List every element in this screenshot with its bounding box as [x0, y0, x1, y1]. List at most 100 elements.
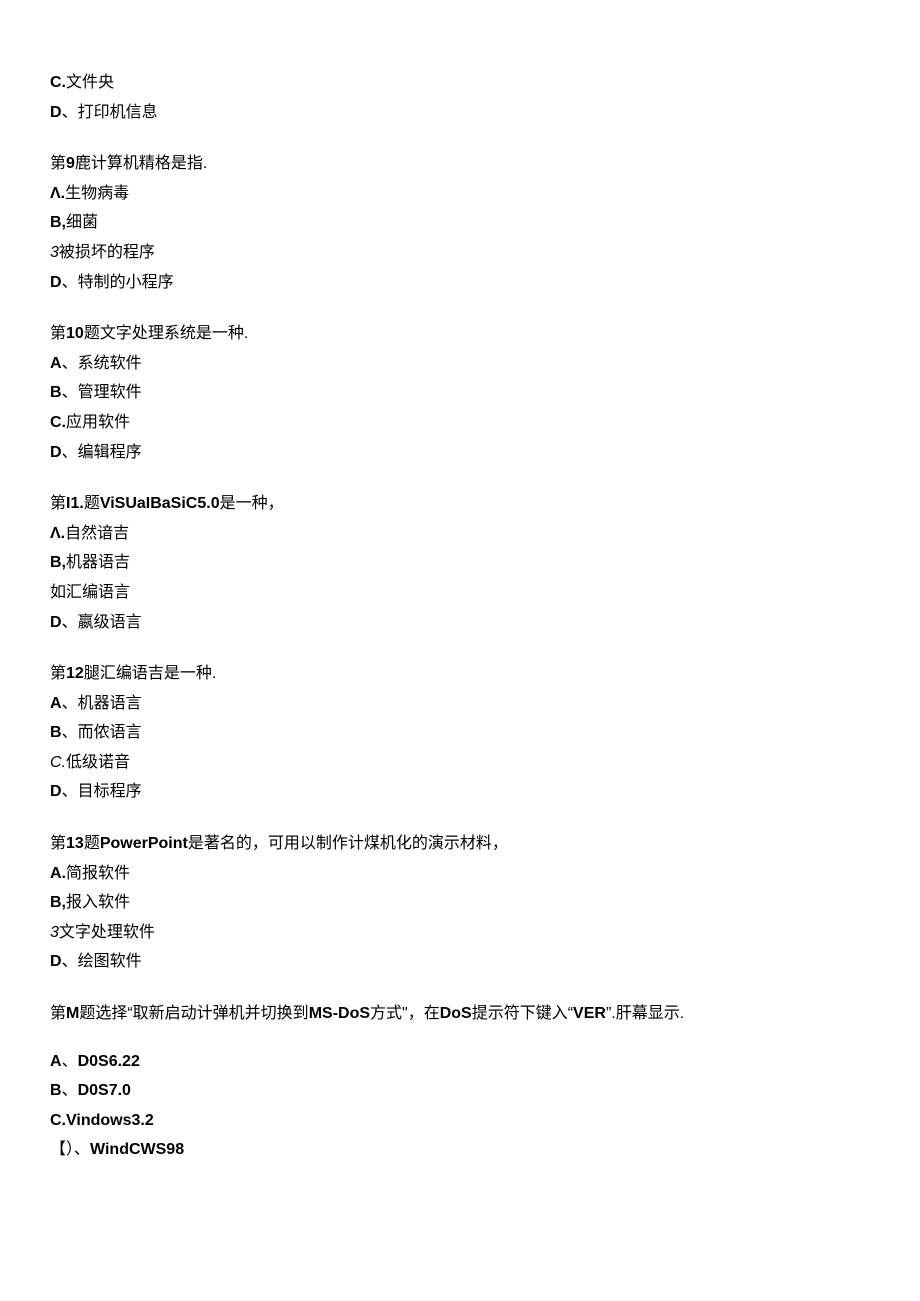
text-segment: A [50, 695, 62, 712]
text-segment: C.Vindows3.2 [50, 1112, 154, 1129]
text-line: Λ.自然谙吉 [50, 519, 870, 549]
text-segment: 文字处理软件 [59, 924, 155, 941]
text-line: B,报入软件 [50, 888, 870, 918]
text-segment: B, [50, 214, 66, 231]
text-line: A.简报软件 [50, 859, 870, 889]
text-segment: 报入软件 [66, 894, 130, 911]
text-line: D、编辑程序 [50, 438, 870, 468]
text-segment: 9 [66, 155, 75, 172]
text-segment: VER [573, 1005, 606, 1022]
text-segment: D [50, 104, 62, 121]
text-segment: 第 [50, 325, 66, 342]
text-line: D、绘图软件 [50, 947, 870, 977]
text-segment: B [50, 724, 62, 741]
text-line: 第9鹿计算机精格是指. [50, 149, 870, 179]
text-segment: 3 [50, 924, 59, 941]
text-segment: 、目标程序 [62, 783, 142, 800]
text-segment: C. [50, 754, 66, 771]
text-line: C.Vindows3.2 [50, 1106, 870, 1136]
text-segment: 题 [84, 835, 100, 852]
text-segment: A. [50, 865, 66, 882]
text-segment: 【）、 [50, 1141, 90, 1158]
text-segment: 第 [50, 155, 66, 172]
text-segment: 细菌 [66, 214, 98, 231]
text-segment: Λ. [50, 185, 65, 202]
text-segment: 、机器语言 [62, 695, 142, 712]
text-line: C.文件央 [50, 68, 870, 98]
text-segment: D [50, 274, 62, 291]
text-segment: M [66, 1005, 79, 1022]
text-line: 3文字处理软件 [50, 918, 870, 948]
text-segment: 、 [62, 1082, 78, 1099]
text-segment: 、管理软件 [62, 384, 142, 401]
text-line: B,细菌 [50, 208, 870, 238]
text-segment: DoS [440, 1005, 472, 1022]
text-segment: 、绘图软件 [62, 953, 142, 970]
text-segment: 题 [84, 495, 100, 512]
text-segment: B [50, 1082, 62, 1099]
text-line: 如汇编语言 [50, 578, 870, 608]
text-line: 3被损坏的程序 [50, 238, 870, 268]
text-segment: D [50, 783, 62, 800]
text-segment: 鹿计算机精格是指. [75, 155, 207, 172]
text-segment: 肝幕显示. [616, 1005, 684, 1022]
text-line: 第10题文字处理系统是一种. [50, 319, 870, 349]
text-segment: 、 [62, 1053, 78, 1070]
text-segment: 是一种， [220, 495, 284, 512]
text-segment: C. [50, 74, 66, 91]
text-segment: B, [50, 554, 66, 571]
text-line: D、目标程序 [50, 777, 870, 807]
text-segment: WindCWS98 [90, 1141, 184, 1158]
text-segment: 第 [50, 665, 66, 682]
text-segment: B, [50, 894, 66, 911]
text-segment: 方式"，在 [370, 1005, 440, 1022]
text-segment: D0S7.0 [78, 1082, 131, 1099]
text-segment: 3 [50, 244, 59, 261]
text-line: B、而侬语言 [50, 718, 870, 748]
text-segment: 是著名的，可用以制作计煤机化的演示材料， [188, 835, 508, 852]
text-segment: 10 [66, 325, 84, 342]
text-segment: 提示符下键入“ [472, 1005, 573, 1022]
text-line: 【）、WindCWS98 [50, 1135, 870, 1165]
text-line: B、管理软件 [50, 378, 870, 408]
text-line: B、D0S7.0 [50, 1076, 870, 1106]
text-segment: 、而侬语言 [62, 724, 142, 741]
text-segment: A [50, 1053, 62, 1070]
text-segment: D [50, 614, 62, 631]
text-segment: Λ. [50, 525, 65, 542]
text-segment: I1. [66, 495, 84, 512]
text-segment: 应用软件 [66, 414, 130, 431]
text-segment: B [50, 384, 62, 401]
text-segment: 被损坏的程序 [59, 244, 155, 261]
text-segment: 第 [50, 1005, 66, 1022]
text-segment: ”. [606, 1005, 616, 1022]
text-line: 第M题选择“取新启动计弹机并切换到MS-DoS方式"，在DoS提示符下键入“VE… [50, 999, 870, 1029]
text-segment: A [50, 355, 62, 372]
text-segment: 、系统软件 [62, 355, 142, 372]
text-line: A、D0S6.22 [50, 1047, 870, 1077]
text-line: 第13题PowerPoint是著名的，可用以制作计煤机化的演示材料， [50, 829, 870, 859]
text-segment: D0S6.22 [78, 1053, 140, 1070]
text-segment: 、编辑程序 [62, 444, 142, 461]
text-segment: 自然谙吉 [65, 525, 129, 542]
text-segment: 、嬴级语言 [62, 614, 142, 631]
document-body: C.文件央D、打印机信息第9鹿计算机精格是指.Λ.生物病毒B,细菌3被损坏的程序… [50, 68, 870, 1165]
text-segment: 、打印机信息 [62, 104, 158, 121]
text-line: 第I1.题ViSUaIBaSiC5.0是一种， [50, 489, 870, 519]
text-line: D、嬴级语言 [50, 608, 870, 638]
text-segment: D [50, 444, 62, 461]
text-segment: 第 [50, 495, 66, 512]
text-segment: 12 [66, 665, 84, 682]
text-segment: 低级诺音 [66, 754, 130, 771]
text-segment: D [50, 953, 62, 970]
text-segment: 简报软件 [66, 865, 130, 882]
text-segment: 文件央 [66, 74, 114, 91]
text-segment: 机器语吉 [66, 554, 130, 571]
text-line: C.低级诺音 [50, 748, 870, 778]
text-line: Λ.生物病毒 [50, 179, 870, 209]
text-segment: 、特制的小程序 [62, 274, 174, 291]
text-line: A、系统软件 [50, 349, 870, 379]
text-segment: 第 [50, 835, 66, 852]
text-line: D、特制的小程序 [50, 268, 870, 298]
text-segment: 生物病毒 [65, 185, 129, 202]
